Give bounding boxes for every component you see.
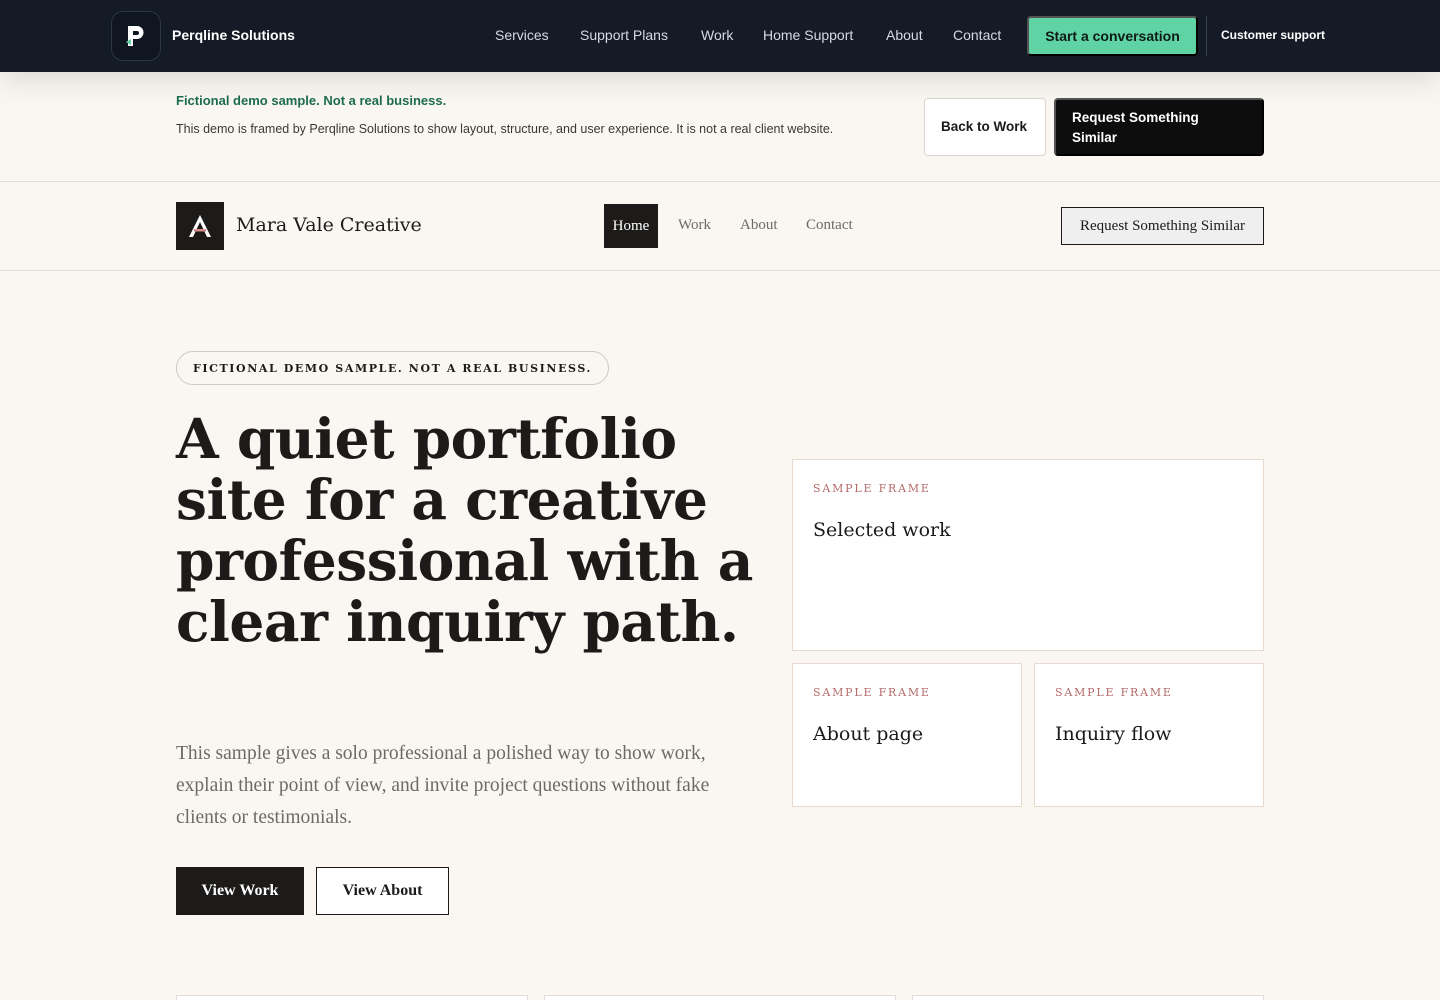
notice-text: This demo is framed by Perqline Solution… bbox=[176, 122, 834, 136]
bottom-card bbox=[912, 995, 1264, 1000]
frame-title: Selected work bbox=[813, 519, 951, 541]
agency-nav-about[interactable]: About bbox=[886, 27, 923, 43]
bottom-card bbox=[176, 995, 528, 1000]
view-about-button[interactable]: View About bbox=[316, 867, 449, 915]
mara-vale-logo-icon[interactable] bbox=[176, 202, 224, 250]
hero-title: A quiet portfolio site for a creative pr… bbox=[176, 406, 753, 654]
notice-title: Fictional demo sample. Not a real busine… bbox=[176, 93, 447, 108]
agency-nav-work[interactable]: Work bbox=[701, 27, 733, 43]
client-brand-name[interactable]: Mara Vale Creative bbox=[236, 214, 422, 236]
topbar-divider bbox=[1206, 16, 1207, 56]
demo-sample-pill: FICTIONAL DEMO SAMPLE. NOT A REAL BUSINE… bbox=[176, 351, 609, 385]
agency-nav-services[interactable]: Services bbox=[495, 27, 549, 43]
client-site-header: Mara Vale Creative Home Work About Conta… bbox=[0, 182, 1440, 271]
request-similar-dark-button[interactable]: Request Something Similar bbox=[1054, 98, 1264, 156]
agency-nav-home-support[interactable]: Home Support bbox=[763, 27, 853, 43]
customer-support-link[interactable]: Customer support bbox=[1221, 28, 1325, 42]
frame-label: SAMPLE FRAME bbox=[813, 482, 931, 495]
hero-subtitle: This sample gives a solo professional a … bbox=[176, 743, 710, 828]
agency-nav-contact[interactable]: Contact bbox=[953, 27, 1001, 43]
frame-label: SAMPLE FRAME bbox=[813, 686, 931, 699]
request-similar-outline-button[interactable]: Request Something Similar bbox=[1061, 207, 1264, 245]
frame-inquiry-flow: SAMPLE FRAME Inquiry flow bbox=[1034, 663, 1264, 807]
frame-title: About page bbox=[813, 723, 924, 745]
client-nav-contact[interactable]: Contact bbox=[806, 217, 853, 234]
frame-about-page: SAMPLE FRAME About page bbox=[792, 663, 1022, 807]
client-nav-work[interactable]: Work bbox=[678, 217, 711, 234]
perqline-logo-icon[interactable] bbox=[111, 11, 161, 61]
frame-selected-work: SAMPLE FRAME Selected work bbox=[792, 459, 1264, 651]
start-conversation-button[interactable]: Start a conversation bbox=[1027, 16, 1198, 56]
back-to-work-button[interactable]: Back to Work bbox=[924, 98, 1046, 156]
client-nav-about[interactable]: About bbox=[740, 217, 778, 234]
client-nav-home[interactable]: Home bbox=[604, 204, 658, 248]
frame-title: Inquiry flow bbox=[1055, 723, 1172, 745]
demo-notice-band: Fictional demo sample. Not a real busine… bbox=[0, 72, 1440, 182]
frame-label: SAMPLE FRAME bbox=[1055, 686, 1173, 699]
agency-brand-name[interactable]: Perqline Solutions bbox=[172, 27, 295, 43]
agency-topbar: Perqline Solutions Services Support Plan… bbox=[0, 0, 1440, 72]
bottom-card bbox=[544, 995, 896, 1000]
agency-nav-support-plans[interactable]: Support Plans bbox=[580, 27, 668, 43]
view-work-button[interactable]: View Work bbox=[176, 867, 304, 915]
